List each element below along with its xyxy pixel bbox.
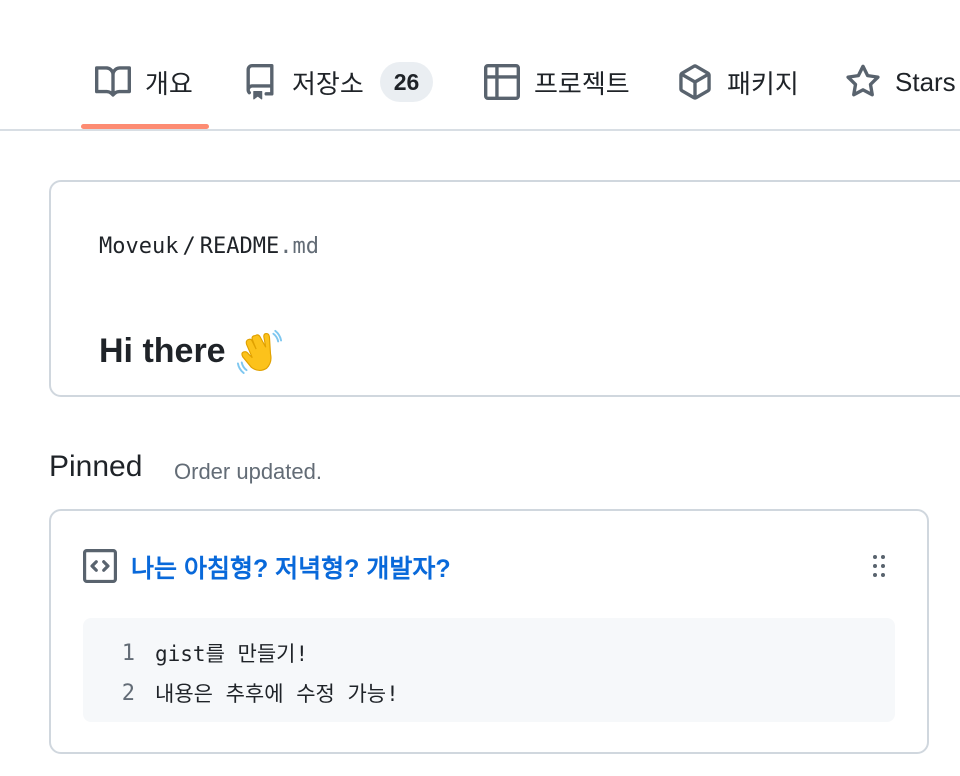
drag-handle-icon[interactable] (871, 553, 887, 579)
readme-file-link[interactable]: README.md (200, 234, 319, 259)
book-icon (95, 64, 131, 100)
package-icon (677, 64, 713, 100)
code-text: 내용은 추후에 수정 가능! (155, 682, 399, 706)
readme-file-ext: .md (279, 234, 319, 259)
tab-packages[interactable]: 패키지 (677, 58, 799, 106)
readme-heading-text: Hi there (99, 331, 226, 370)
tab-repositories-label: 저장소 (292, 68, 364, 99)
readme-path: Moveuk / README.md (99, 234, 319, 259)
profile-page: 개요 저장소 26 프로젝트 패키지 Stars Moveuk / README… (0, 0, 960, 776)
line-number: 1 (121, 640, 135, 666)
tab-stars[interactable]: Stars (845, 58, 956, 106)
tab-overview-label: 개요 (145, 68, 193, 99)
repo-icon (242, 64, 278, 100)
readme-card: Moveuk / README.md Hi there (49, 180, 960, 397)
code-square-icon (83, 549, 117, 583)
tab-packages-label: 패키지 (727, 68, 799, 99)
profile-tab-nav: 개요 저장소 26 프로젝트 패키지 Stars (0, 0, 960, 131)
gist-code-preview: 1 gist를 만들기! 2 내용은 추후에 수정 가능! (83, 618, 895, 722)
gist-title-link[interactable]: 나는 아침형? 저녁형? 개발자? (131, 549, 451, 585)
readme-owner-link[interactable]: Moveuk (99, 234, 178, 259)
waving-hand-icon (236, 328, 282, 375)
code-line: 2 내용은 추후에 수정 가능! (83, 674, 399, 712)
tab-overview[interactable]: 개요 (95, 58, 193, 106)
line-number: 2 (121, 680, 135, 706)
tab-stars-label: Stars (895, 66, 956, 97)
readme-heading: Hi there (99, 328, 282, 375)
repository-count-badge: 26 (379, 62, 434, 102)
tab-repositories[interactable]: 저장소 26 (242, 58, 434, 106)
readme-path-separator: / (182, 234, 196, 259)
pinned-gist-card: 나는 아침형? 저녁형? 개발자? 1 gist를 만들기! 2 내용은 추후에… (49, 509, 929, 754)
table-icon (484, 64, 520, 100)
tab-projects[interactable]: 프로젝트 (484, 58, 630, 106)
code-line: 1 gist를 만들기! (83, 634, 308, 672)
readme-file-name: README (199, 234, 280, 259)
tab-projects-label: 프로젝트 (534, 68, 630, 99)
code-text: gist를 만들기! (155, 642, 309, 666)
pinned-status-text: Order updated. (174, 459, 322, 484)
star-icon (845, 64, 881, 100)
pinned-title: Pinned (49, 450, 143, 483)
active-tab-underline (81, 124, 209, 129)
